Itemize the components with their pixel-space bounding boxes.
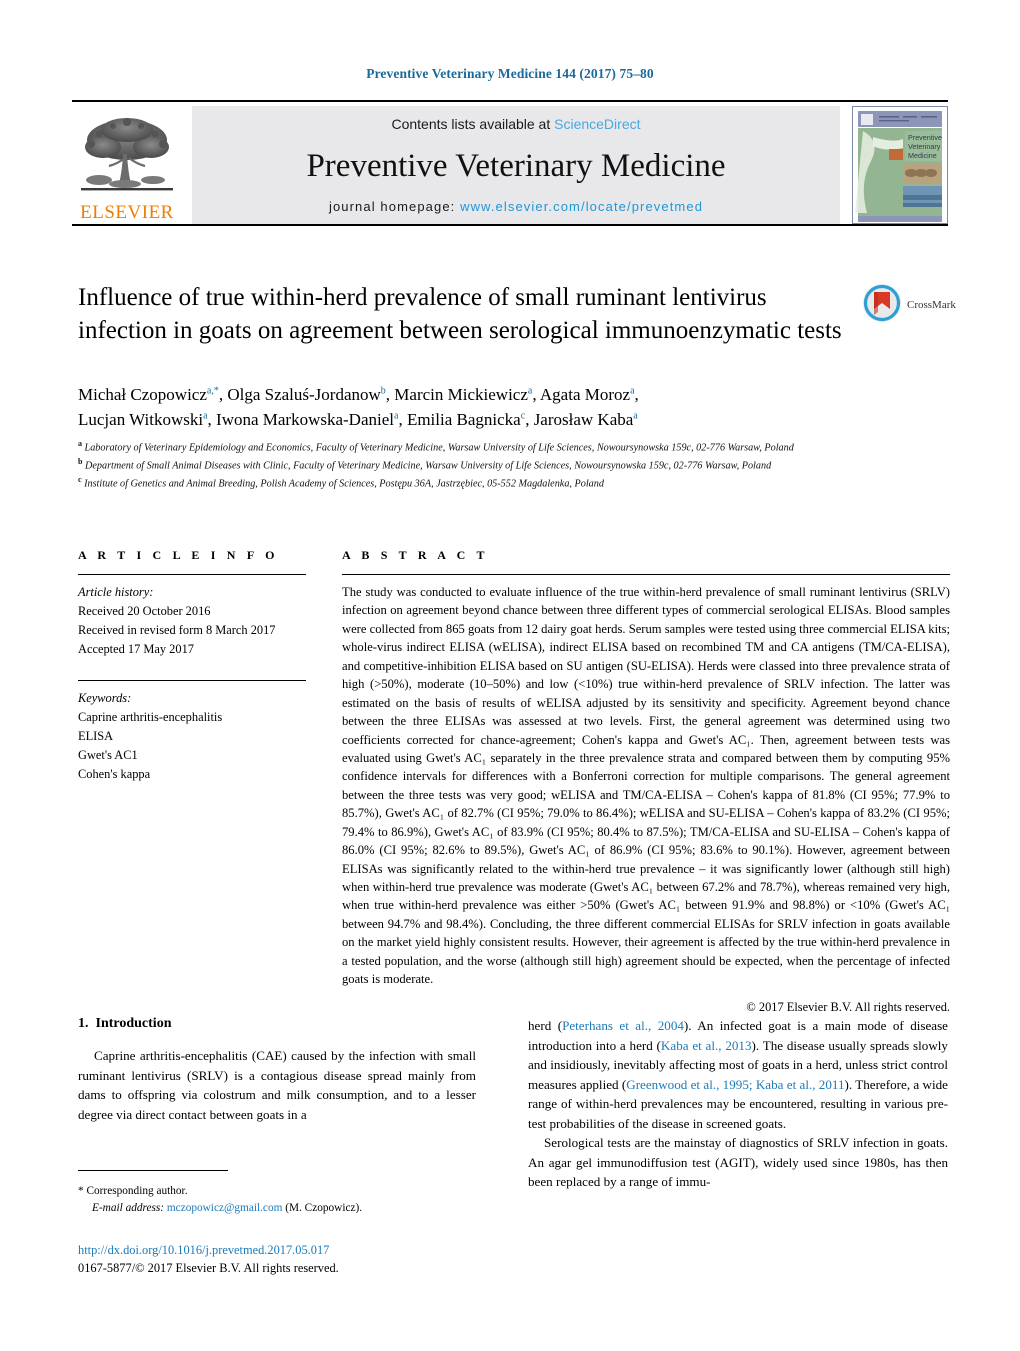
keyword-item: Caprine arthritis-encephalitis [78,710,223,725]
contents-list-line: Contents lists available at ScienceDirec… [391,116,640,132]
journal-homepage-line: journal homepage: www.elsevier.com/locat… [329,199,703,214]
footnote-divider [78,1170,228,1171]
running-head: Preventive Veterinary Medicine 144 (2017… [366,66,654,81]
keyword-item: ELISA [78,729,114,744]
section-heading-introduction: 1. Introduction [78,1016,476,1032]
keywords-group: Keywords: Caprine arthritis-encephalitis… [78,689,306,783]
journal-homepage-link[interactable]: www.elsevier.com/locate/prevetmed [460,199,703,214]
history-revised: Received in revised form 8 March 2017 [78,622,276,637]
title-block: Influence of true within-herd prevalence… [78,282,848,347]
abstract-heading: A B S T R A C T [342,548,489,562]
article-info-column: A R T I C L E I N F O Article history: R… [78,548,306,784]
homepage-prefix: journal homepage: [328,199,461,214]
elsevier-wordmark: ELSEVIER [80,202,174,223]
author-line-2: Lucjan Witkowskia, Iwona Markowska-Danie… [78,409,638,429]
email-suffix: (M. Czopowicz). [285,1201,363,1214]
crossmark-icon [862,283,902,328]
journal-article-page: Preventive Veterinary Medicine 144 (2017… [0,0,1020,1351]
elsevier-tree-icon [79,114,175,202]
svg-text:Veterinary: Veterinary [908,142,941,151]
footnote-block: * Corresponding author. E-mail address: … [78,1176,476,1217]
crossmark-label: CrossMark [907,299,956,311]
author-sup: a,* [206,385,219,397]
history-accepted: Accepted 17 May 2017 [78,641,194,656]
affiliation-a: a Laboratory of Veterinary Epidemiology … [78,438,908,456]
issn-copyright-line: 0167-5877/© 2017 Elsevier B.V. All right… [78,1260,339,1275]
author-sup: b [380,385,386,397]
journal-cover-thumbnail: Preventive Veterinary Medicine [852,106,948,224]
svg-text:Preventive: Preventive [908,133,942,142]
svg-text:Medicine: Medicine [908,151,937,160]
citation-link[interactable]: Kaba et al., 2013 [661,1038,752,1053]
affiliation-text: Department of Small Animal Diseases with… [85,460,772,472]
crossmark-badge[interactable]: CrossMark [862,283,958,327]
intro-paragraph-right-1: herd (Peterhans et al., 2004). An infect… [528,1016,948,1133]
divider [78,574,306,575]
authors-list: Michał Czopowicza,*, Olga Szaluś-Jordano… [78,383,878,432]
text-run: herd ( [528,1018,563,1033]
abstract-text: The study was conducted to evaluate infl… [342,585,950,987]
doi-block: http://dx.doi.org/10.1016/j.prevetmed.20… [78,1242,518,1278]
corresponding-label: Corresponding author. [86,1185,188,1197]
affiliation-marker: c [78,474,82,484]
abstract-column: A B S T R A C T The study was conducted … [342,548,950,1015]
copyright-notice: © 2017 Elsevier B.V. All rights reserved… [746,999,950,1014]
email-label: E-mail address: [92,1201,165,1214]
body-column-left: 1. Introduction Caprine arthritis-encepha… [78,1016,476,1124]
sciencedirect-link[interactable]: ScienceDirect [554,116,640,132]
affiliations-list: a Laboratory of Veterinary Epidemiology … [78,438,908,492]
affiliation-marker: a [78,439,82,448]
author-sup: a [203,409,208,421]
affiliation-c: c Institute of Genetics and Animal Breed… [78,474,908,492]
author-sup: a [633,409,638,421]
citation-link[interactable]: Greenwood et al., 1995; Kaba et al., 201… [626,1077,844,1092]
keyword-item: Gwet's AC1 [78,747,138,762]
divider [342,574,950,575]
affiliation-text: Institute of Genetics and Animal Breedin… [84,478,604,490]
journal-title: Preventive Veterinary Medicine [306,148,726,184]
divider [78,680,306,682]
article-history-label: Article history: [78,585,154,599]
author-sup: a [394,409,399,421]
email-link[interactable]: mczopowicz@gmail.com [167,1202,283,1214]
page-title: Influence of true within-herd prevalence… [78,284,842,344]
corresponding-marker: * [78,1185,84,1197]
affiliation-b: b Department of Small Animal Diseases wi… [78,456,908,474]
elsevier-logo: ELSEVIER [72,106,182,224]
affiliation-text: Laboratory of Veterinary Epidemiology an… [84,442,794,454]
author-line-1: Michał Czopowicza,*, Olga Szaluś-Jordano… [78,385,639,404]
doi-link[interactable]: http://dx.doi.org/10.1016/j.prevetmed.20… [78,1242,518,1260]
citation-link[interactable]: Peterhans et al., 2004 [562,1018,684,1033]
history-received: Received 20 October 2016 [78,603,211,618]
author-sup: c [520,409,526,421]
corresponding-author-line: * Corresponding author. [78,1183,476,1200]
intro-paragraph-left: Caprine arthritis-encephalitis (CAE) cau… [78,1048,476,1122]
keywords-label: Keywords: [78,691,132,706]
article-info-heading: A R T I C L E I N F O [78,548,279,562]
section-title: Introduction [95,1016,172,1031]
section-number: 1. [78,1016,89,1031]
email-line: E-mail address: mczopowicz@gmail.com (M.… [78,1200,476,1217]
author-sup: a [630,385,635,397]
affiliation-marker: b [78,456,83,466]
journal-banner: Contents lists available at ScienceDirec… [192,106,840,224]
contents-prefix: Contents lists available at [391,116,555,132]
article-history-group: Article history: Received 20 October 201… [78,583,306,658]
intro-paragraph-right-2: Serological tests are the mainstay of di… [528,1135,948,1189]
author-sup: a [527,385,533,397]
keyword-item: Cohen's kappa [78,766,151,781]
body-column-right: herd (Peterhans et al., 2004). An infect… [528,1016,948,1192]
journal-masthead: ELSEVIER Contents lists available at Sci… [72,100,948,226]
